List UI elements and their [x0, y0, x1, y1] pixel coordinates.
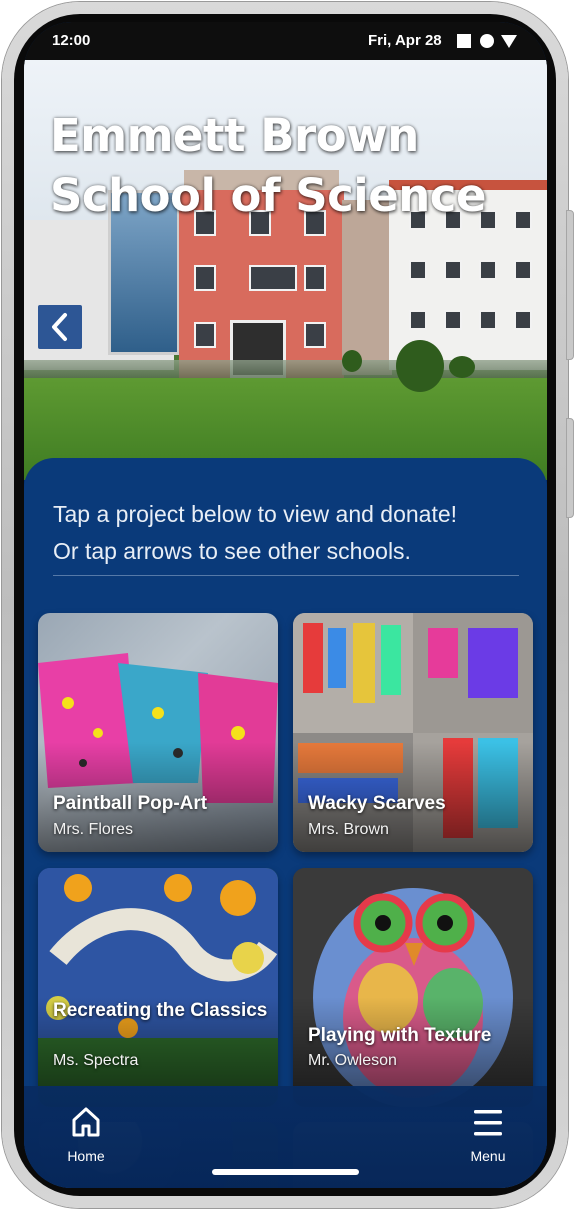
project-title: Wacky Scarves: [308, 793, 446, 814]
triangle-icon: [501, 35, 517, 48]
school-hero-image: Emmett Brown School of Science: [24, 60, 547, 480]
school-name: Emmett Brown School of Science: [50, 109, 486, 222]
project-teacher: Mrs. Brown: [308, 821, 389, 838]
previous-school-button[interactable]: [38, 305, 82, 349]
project-teacher: Mr. Owleson: [308, 1052, 397, 1069]
status-time: 12:00: [52, 32, 91, 49]
nav-menu-label: Menu: [470, 1148, 506, 1164]
project-card-recreating-the-classics[interactable]: Recreating the Classics Ms. Spectra: [38, 868, 278, 1107]
project-title: Recreating the Classics: [53, 1000, 268, 1021]
divider: [53, 575, 519, 576]
nav-menu-button[interactable]: Menu: [464, 1106, 512, 1166]
screen: 12:00 Fri, Apr 28 Emmett Brown School of…: [24, 22, 547, 1188]
power-button: [566, 418, 574, 518]
project-title: Playing with Texture: [308, 1025, 492, 1046]
nav-home-label: Home: [67, 1148, 105, 1164]
project-card-paintball-pop-art[interactable]: Paintball Pop-Art Mrs. Flores: [38, 613, 278, 852]
home-icon: [72, 1107, 100, 1137]
status-bar: 12:00 Fri, Apr 28: [24, 22, 547, 60]
project-title: Paintball Pop-Art: [53, 793, 208, 814]
project-teacher: Ms. Spectra: [53, 1052, 139, 1069]
volume-button: [566, 210, 574, 360]
chevron-left-icon: [52, 313, 67, 341]
hamburger-menu-icon: [474, 1110, 502, 1136]
project-teacher: Mrs. Flores: [53, 821, 133, 838]
home-indicator[interactable]: [212, 1169, 359, 1175]
instructions-text: Tap a project below to view and donate! …: [53, 501, 458, 564]
nav-home-button[interactable]: Home: [62, 1106, 110, 1166]
circle-icon: [480, 34, 494, 48]
square-icon: [457, 34, 471, 48]
project-card-playing-with-texture[interactable]: Playing with Texture Mr. Owleson: [293, 868, 533, 1107]
status-date: Fri, Apr 28: [368, 32, 442, 49]
project-card-wacky-scarves[interactable]: Wacky Scarves Mrs. Brown: [293, 613, 533, 852]
